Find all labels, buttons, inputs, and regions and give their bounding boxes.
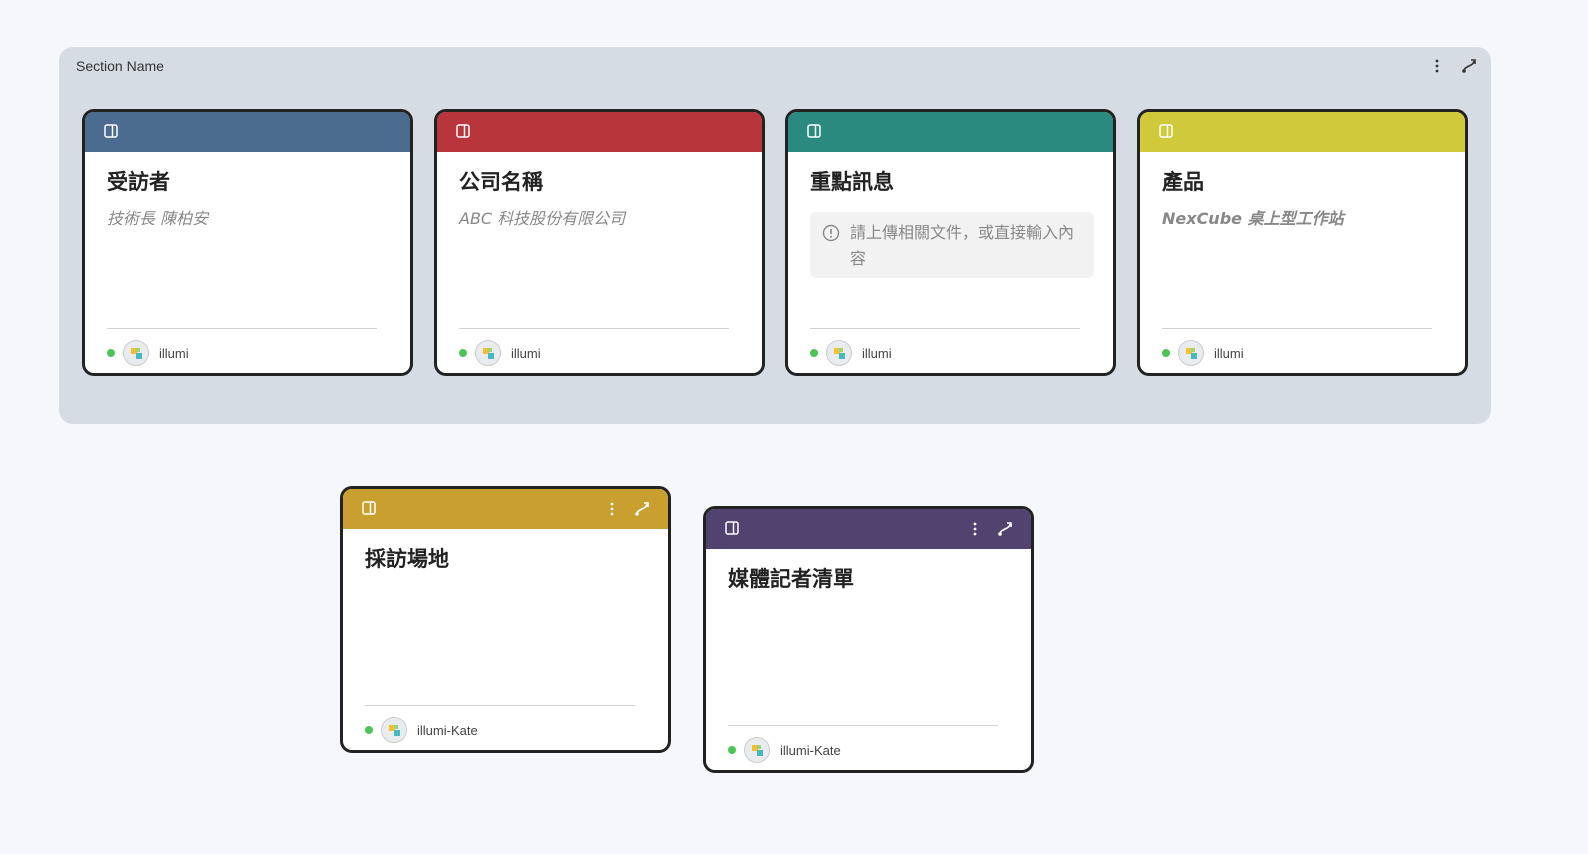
card-title: 媒體記者清單 [728,567,854,591]
author-name: illumi [862,345,892,361]
card-key-message[interactable]: 重點訊息 請上傳相關文件，或直接輸入內容 illumi [785,109,1116,376]
panel-icon[interactable] [1159,124,1173,138]
author-name: illumi [511,345,541,361]
card-header [1140,112,1465,152]
divider [365,705,635,706]
card-interviewee[interactable]: 受訪者 技術長 陳柏安 illumi [82,109,413,376]
notice-text: 請上傳相關文件，或直接輸入內容 [850,223,1075,268]
more-vertical-icon[interactable] [604,501,620,517]
card-footer: illumi-Kate [365,717,478,743]
panel-icon[interactable] [725,521,739,535]
avatar [744,737,770,763]
card-header [788,112,1113,152]
info-icon [822,224,840,242]
online-status-dot [365,726,373,734]
divider [107,328,377,329]
card-media-list[interactable]: 媒體記者清單 illumi-Kate [703,506,1034,773]
avatar [1178,340,1204,366]
online-status-dot [728,746,736,754]
divider [459,328,729,329]
card-company-name[interactable]: 公司名稱 ABC 科技股份有限公司 illumi [434,109,765,376]
avatar [381,717,407,743]
divider [728,725,998,726]
more-vertical-icon[interactable] [1429,58,1445,74]
connector-icon[interactable] [1461,58,1477,74]
divider [1162,328,1432,329]
avatar [123,340,149,366]
panel-icon[interactable] [807,124,821,138]
online-status-dot [459,349,467,357]
panel-icon[interactable] [456,124,470,138]
card-footer: illumi [1162,340,1244,366]
card-subtitle: NexCube 桌上型工作站 [1162,209,1344,228]
avatar [826,340,852,366]
divider [810,328,1080,329]
card-title: 重點訊息 [810,170,894,194]
author-name: illumi-Kate [780,742,841,758]
online-status-dot [810,349,818,357]
card-title: 公司名稱 [459,170,543,194]
card-title: 採訪場地 [365,547,449,571]
author-name: illumi [159,345,189,361]
card-header [85,112,410,152]
card-footer: illumi [107,340,189,366]
author-name: illumi-Kate [417,722,478,738]
card-footer: illumi [459,340,541,366]
card-title: 受訪者 [107,170,170,194]
online-status-dot [107,349,115,357]
card-subtitle: 技術長 陳柏安 [107,209,209,228]
card-product[interactable]: 產品 NexCube 桌上型工作站 illumi [1137,109,1468,376]
author-name: illumi [1214,345,1244,361]
card-header [706,509,1031,549]
card-header [437,112,762,152]
card-subtitle: ABC 科技股份有限公司 [459,209,626,228]
card-interview-venue[interactable]: 採訪場地 illumi-Kate [340,486,671,753]
card-footer: illumi-Kate [728,737,841,763]
avatar [475,340,501,366]
card-footer: illumi [810,340,892,366]
panel-icon[interactable] [362,501,376,515]
section-title: Section Name [76,58,164,74]
panel-icon[interactable] [104,124,118,138]
connector-icon[interactable] [634,501,650,517]
empty-content-notice[interactable]: 請上傳相關文件，或直接輸入內容 [810,212,1094,278]
online-status-dot [1162,349,1170,357]
card-title: 產品 [1162,170,1204,194]
more-vertical-icon[interactable] [967,521,983,537]
connector-icon[interactable] [997,521,1013,537]
card-header [343,489,668,529]
